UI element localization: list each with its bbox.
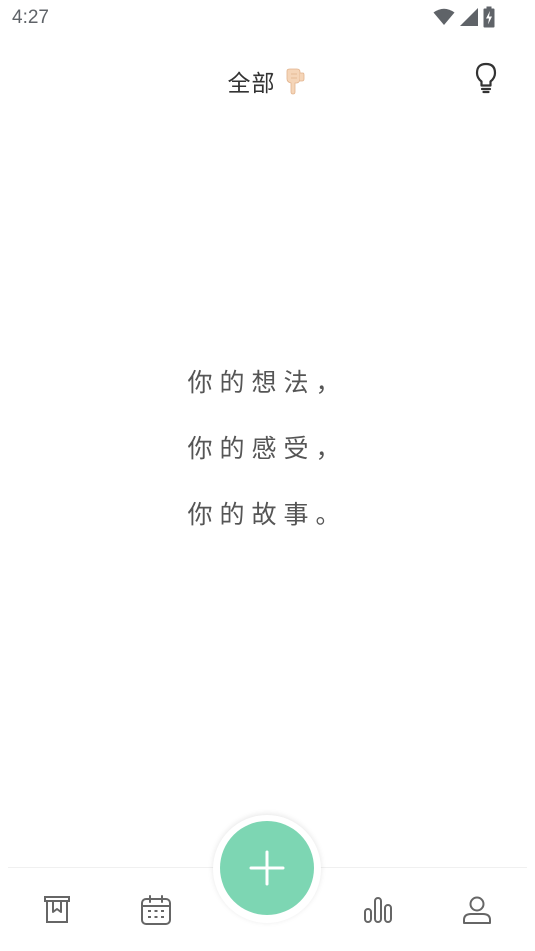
profile-icon (463, 896, 491, 924)
nav-archive-button[interactable] (39, 892, 75, 928)
quote-line-1: 你的想法， (187, 368, 348, 397)
nav-profile-button[interactable] (459, 892, 495, 928)
page-title: 全部 (227, 71, 276, 97)
pointing-down-hand-icon (286, 68, 304, 95)
plus-icon (249, 850, 285, 886)
bar-chart-icon (364, 897, 392, 923)
app-header: 全部 (0, 52, 535, 108)
wifi-icon (433, 8, 455, 25)
quote-line-3: 你的故事。 (187, 500, 348, 529)
signal-icon (460, 8, 478, 26)
nav-stats-button[interactable] (360, 892, 396, 928)
category-selector[interactable]: 全部 (0, 64, 535, 98)
quote-line-2: 你的感受， (187, 434, 348, 463)
calendar-icon (141, 895, 171, 925)
add-entry-button[interactable] (220, 821, 314, 915)
nav-calendar-button[interactable] (138, 892, 174, 928)
status-bar: 4:27 (0, 0, 535, 36)
lightbulb-icon[interactable] (473, 62, 499, 94)
status-time: 4:27 (12, 7, 49, 28)
status-icons (433, 6, 495, 28)
empty-state-quote: 你的想法， 你的感受， 你的故事。 (0, 350, 535, 548)
app-screen: 4:27 全部 你的想法， 你的感受， 你的故事。 (0, 0, 535, 951)
battery-charging-icon (483, 6, 495, 28)
archive-box-icon (44, 896, 70, 923)
